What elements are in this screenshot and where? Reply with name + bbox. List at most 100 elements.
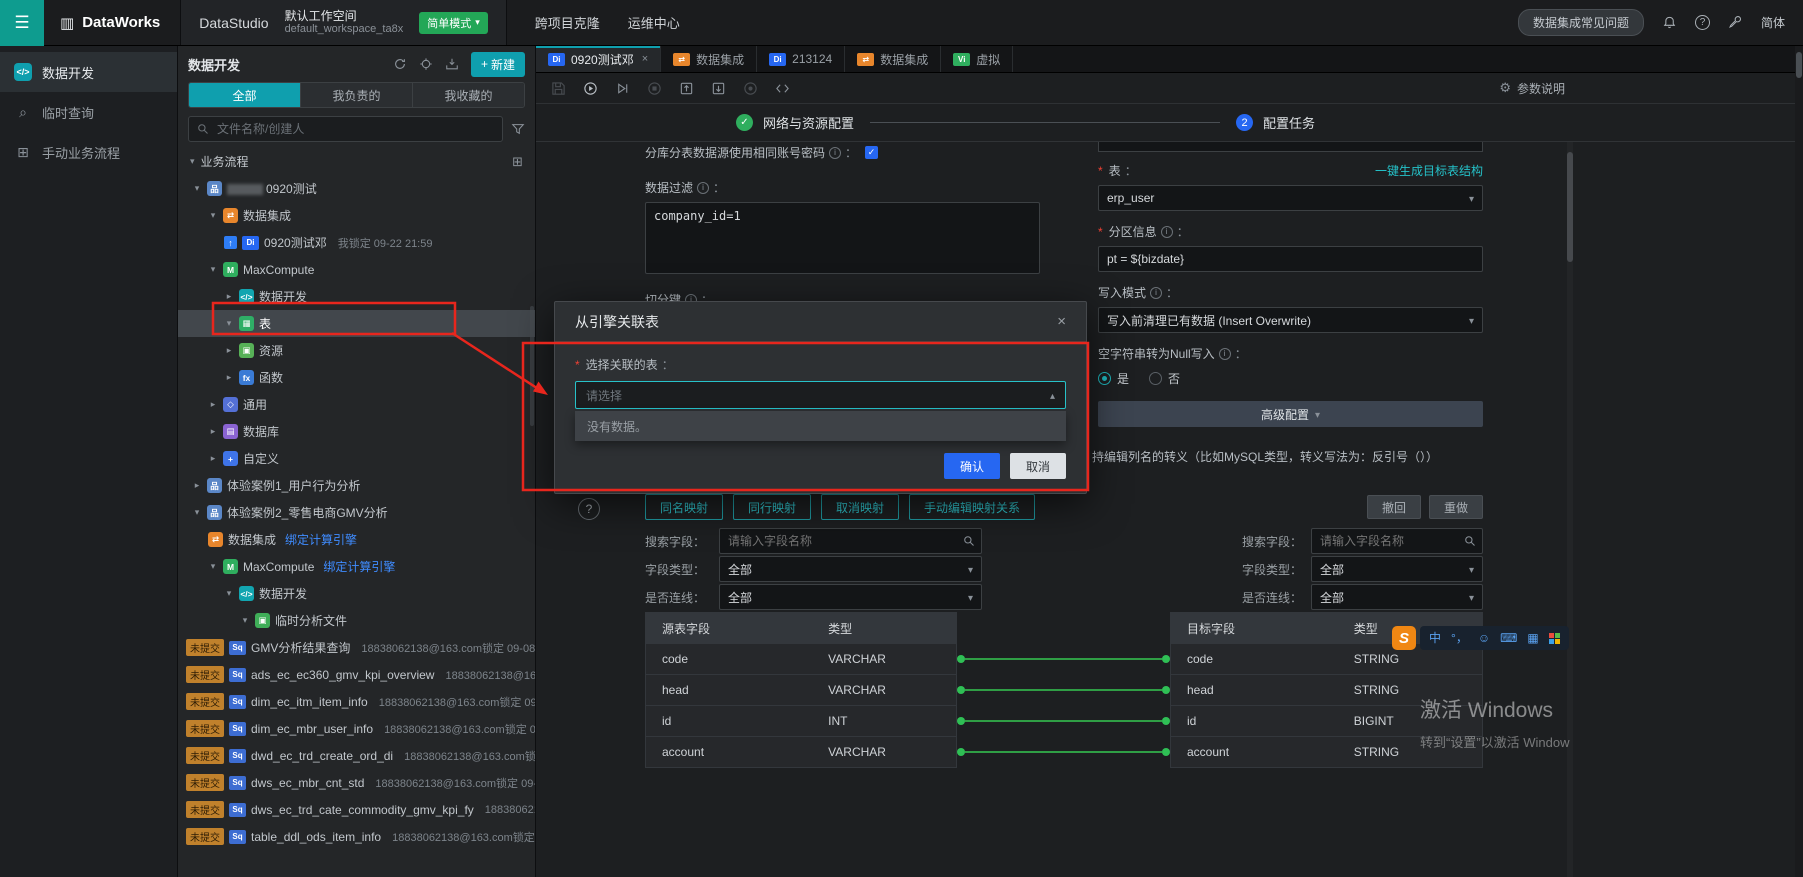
tree-item[interactable]: ▸ ▣ 资源 xyxy=(178,337,535,364)
table-select[interactable]: 请选择 xyxy=(575,381,1066,409)
field-search-input[interactable] xyxy=(719,528,982,554)
tree-item[interactable]: ▸ ▤ 数据库 xyxy=(178,418,535,445)
redo-button[interactable]: 重做 xyxy=(1428,495,1483,519)
bell-icon[interactable] xyxy=(1662,15,1677,30)
partition-input[interactable] xyxy=(1098,246,1483,272)
tree-item[interactable]: 未提交 Sq GMV分析结果查询 18838062138@163.com锁定 0… xyxy=(178,634,535,661)
ime-tool-icon[interactable]: ▦ xyxy=(1527,632,1538,644)
bind-engine-link[interactable]: 绑定计算引擎 xyxy=(285,531,357,548)
save-icon[interactable] xyxy=(550,80,566,96)
tree-item[interactable]: ▾ M MaxCompute xyxy=(178,256,535,283)
write-mode-select[interactable]: 写入前清理已有数据 (Insert Overwrite) xyxy=(1098,307,1483,333)
bind-engine-link[interactable]: 绑定计算引擎 xyxy=(323,558,395,575)
filter-icon[interactable] xyxy=(511,122,525,136)
target-table-select[interactable]: erp_user xyxy=(1098,185,1483,211)
editor-tab[interactable]: Di 0920测试邓 xyxy=(536,46,662,72)
info-icon[interactable] xyxy=(1160,225,1173,238)
tree-item[interactable]: ↑ Di 0920测试邓 我锁定 09-22 21:59 xyxy=(178,229,535,256)
help-float-button[interactable] xyxy=(578,498,600,520)
ime-toolbox-icon[interactable] xyxy=(1548,632,1560,644)
ime-tool-icon[interactable]: 中 xyxy=(1429,632,1441,644)
locate-icon[interactable] xyxy=(419,57,433,71)
info-icon[interactable] xyxy=(1150,286,1163,299)
data-filter-textarea[interactable]: company_id=1 xyxy=(645,202,1040,274)
ime-tool-icon[interactable]: ⌨ xyxy=(1500,632,1517,644)
field-type-select[interactable]: 全部 xyxy=(1311,556,1483,582)
mapping-action-button[interactable]: 手动编辑映射关系 xyxy=(909,494,1036,520)
table-row[interactable]: account VARCHAR xyxy=(646,737,956,768)
leftnav-item[interactable]: ⊞ 手动业务流程 xyxy=(0,132,177,172)
grid-view-icon[interactable]: ⊞ xyxy=(512,154,523,170)
ime-logo-icon[interactable]: S xyxy=(1392,626,1416,650)
panel-scrollbar[interactable] xyxy=(1567,142,1573,877)
table-row[interactable]: code VARCHAR xyxy=(646,644,956,675)
import-icon[interactable] xyxy=(445,57,459,71)
integration-faq-button[interactable]: 数据集成常见问题 xyxy=(1517,9,1644,36)
editor-tab[interactable]: ⇄ 数据集成 xyxy=(661,46,758,72)
same-account-checkbox[interactable] xyxy=(865,146,879,159)
tree-item[interactable]: ▸ ◇ 通用 xyxy=(178,391,535,418)
close-icon[interactable] xyxy=(1057,313,1066,330)
submit-icon[interactable] xyxy=(678,80,694,96)
table-row[interactable]: id INT xyxy=(646,706,956,737)
tree-item[interactable]: ▾ ▦ 表 xyxy=(178,310,535,337)
table-row[interactable]: head VARCHAR xyxy=(646,675,956,706)
field-search-input[interactable] xyxy=(1311,528,1483,554)
load-icon[interactable] xyxy=(710,80,726,96)
tree-item[interactable]: 未提交 Sq dim_ec_mbr_user_info 18838062138@… xyxy=(178,715,535,742)
tree-item[interactable]: ▾ </> 数据开发 xyxy=(178,580,535,607)
cancel-button[interactable]: 取消 xyxy=(1009,453,1066,479)
tree-item[interactable]: 未提交 Sq dws_ec_mbr_cnt_std 18838062138@16… xyxy=(178,769,535,796)
tree-item[interactable]: ▸ + 自定义 xyxy=(178,445,535,472)
field-type-select[interactable]: 全部 xyxy=(719,556,982,582)
advanced-config-toggle[interactable]: 高级配置 xyxy=(1098,401,1483,427)
close-icon[interactable] xyxy=(642,53,648,65)
hamburger-menu-icon[interactable] xyxy=(0,0,44,46)
tree-item[interactable]: ▾ ⇄ 数据集成 xyxy=(178,202,535,229)
tools-icon[interactable] xyxy=(1728,15,1743,30)
editor-tab[interactable]: ⇄ 数据集成 xyxy=(845,46,942,72)
leftnav-item[interactable]: ⌕ 临时查询 xyxy=(0,92,177,132)
info-icon[interactable] xyxy=(829,146,842,159)
tree-item[interactable]: ▾ M MaxCompute 绑定计算引擎 xyxy=(178,553,535,580)
connected-select[interactable]: 全部 xyxy=(719,584,982,610)
tree-filter-tab[interactable]: 全部 xyxy=(189,83,301,107)
tree-item[interactable]: ▸ 品 体验案例1_用户行为分析 xyxy=(178,472,535,499)
new-button[interactable]: 新建 xyxy=(470,51,525,77)
tree-filter-tab[interactable]: 我负责的 xyxy=(301,83,413,107)
topbar-menu-item[interactable]: 跨项目克隆 xyxy=(535,13,600,32)
code-icon[interactable] xyxy=(774,80,790,96)
confirm-button[interactable]: 确认 xyxy=(943,453,1000,479)
topbar-menu-item[interactable]: 运维中心 xyxy=(628,13,680,32)
info-icon[interactable] xyxy=(1218,347,1231,360)
radio-yes[interactable]: 是 xyxy=(1098,370,1129,387)
run-icon[interactable] xyxy=(582,80,598,96)
run-with-params-icon[interactable] xyxy=(614,80,630,96)
clipped-input[interactable] xyxy=(1098,142,1483,152)
brand[interactable]: DataWorks xyxy=(44,0,180,45)
mapping-action-button[interactable]: 同行映射 xyxy=(733,494,812,520)
mapping-action-button[interactable]: 同名映射 xyxy=(645,494,724,520)
language-toggle[interactable]: 简体 xyxy=(1761,14,1785,31)
workspace-selector[interactable]: 默认工作空间 default_workspace_ta8x xyxy=(285,9,404,36)
generate-table-link[interactable]: 一键生成目标表结构 xyxy=(1375,162,1483,179)
mapping-action-button[interactable]: 取消映射 xyxy=(821,494,900,520)
ime-tool-icon[interactable]: ☺ xyxy=(1478,632,1490,644)
file-search-input[interactable] xyxy=(215,121,494,137)
tree-item[interactable]: ⇄ 数据集成 绑定计算引擎 xyxy=(178,526,535,553)
help-icon[interactable] xyxy=(1694,15,1710,30)
tree-item[interactable]: 未提交 Sq dim_ec_itm_item_info 18838062138@… xyxy=(178,688,535,715)
stop-icon[interactable] xyxy=(646,80,662,96)
tree-item[interactable]: ▸ </> 数据开发 xyxy=(178,283,535,310)
refresh-icon[interactable] xyxy=(393,57,407,71)
tree-item[interactable]: ▾ ▣ 临时分析文件 xyxy=(178,607,535,634)
tree-filter-tab[interactable]: 我收藏的 xyxy=(413,83,524,107)
tree-item[interactable]: 未提交 Sq table_ddl_ods_item_info 188380621… xyxy=(178,823,535,850)
params-help-button[interactable]: 参数说明 xyxy=(1499,80,1565,97)
undo-button[interactable]: 撤回 xyxy=(1366,495,1421,519)
info-icon[interactable] xyxy=(697,181,710,194)
window-scrollbar[interactable] xyxy=(1795,46,1803,877)
leftnav-item[interactable]: </> 数据开发 xyxy=(0,52,177,92)
connected-select[interactable]: 全部 xyxy=(1311,584,1483,610)
tree-item[interactable]: ▾ 品 0920测试 xyxy=(178,175,535,202)
